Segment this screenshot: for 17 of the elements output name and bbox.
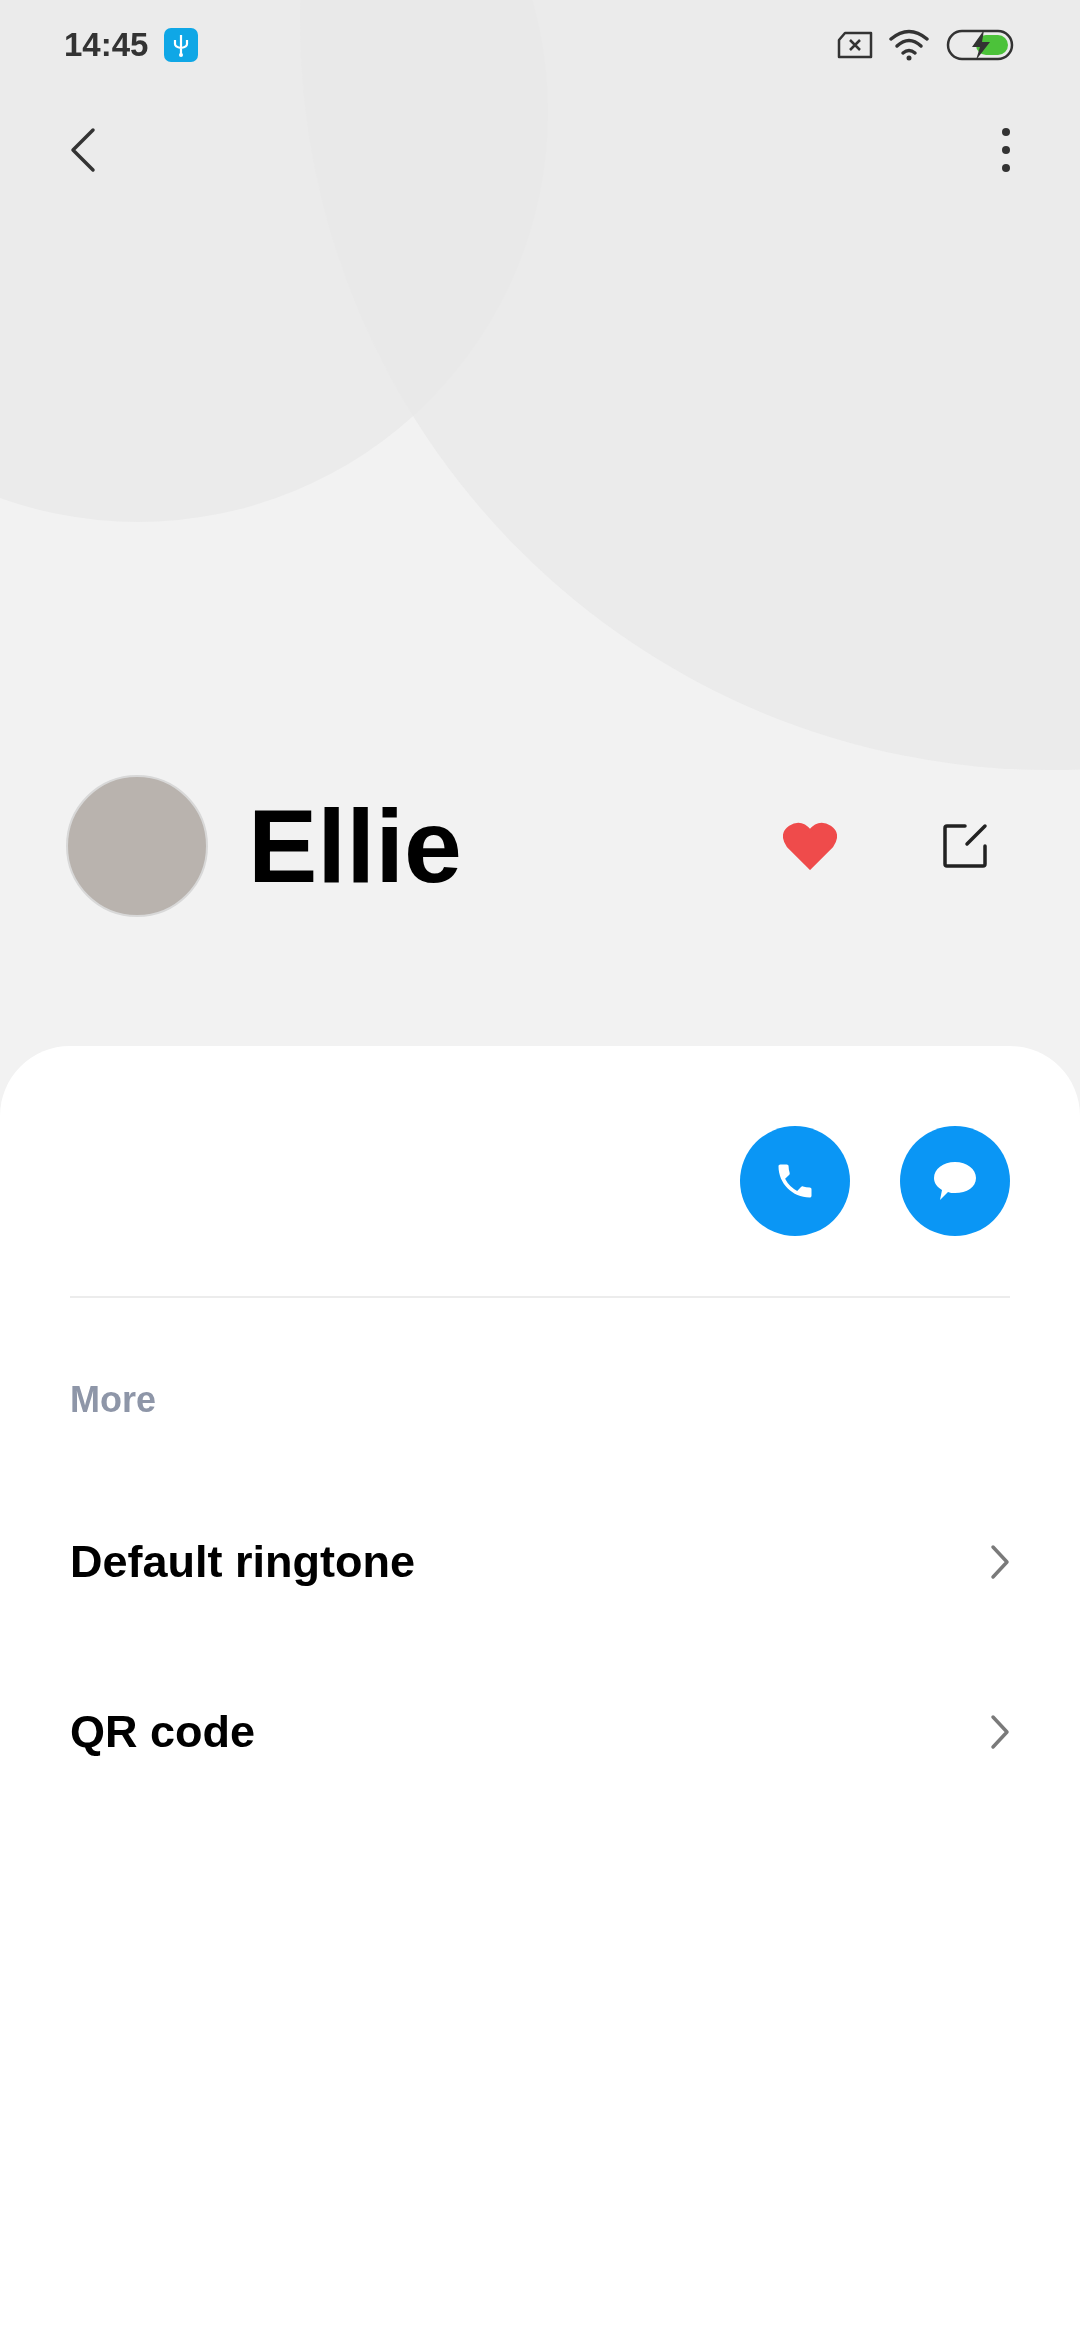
back-icon [70, 127, 96, 173]
usb-icon [164, 28, 199, 62]
wifi-icon [888, 28, 932, 62]
heart-icon [783, 821, 837, 870]
settings-row[interactable]: QR code [70, 1647, 1010, 1817]
chevron-right-icon [990, 1544, 1010, 1580]
chat-bubble-icon [932, 1160, 978, 1202]
chevron-right-icon [990, 1714, 1010, 1750]
contact-name: Ellie [248, 793, 463, 898]
status-time: 14:45 [64, 25, 149, 66]
row-label: Default ringtone [70, 1535, 415, 1590]
no-sim-icon [836, 31, 874, 59]
settings-row[interactable]: Default ringtone [70, 1477, 1010, 1647]
row-label: QR code [70, 1705, 256, 1760]
battery-charging-icon [946, 29, 1016, 61]
section-title: More [70, 1378, 157, 1422]
edit-icon [941, 821, 989, 870]
